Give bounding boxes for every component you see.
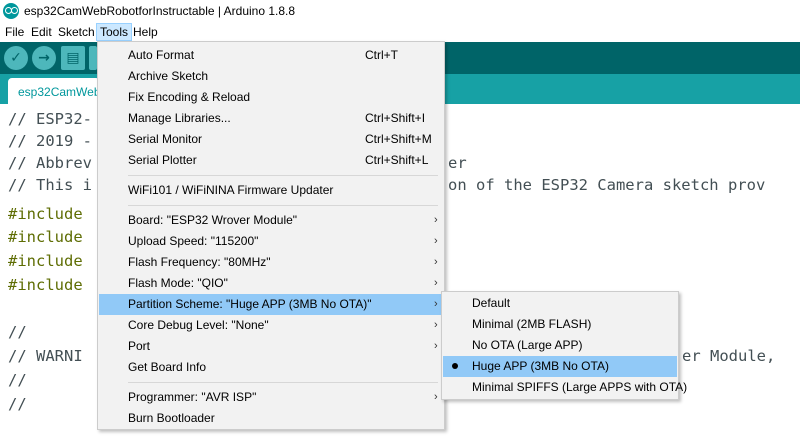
menu-item-port[interactable]: Port › [99, 336, 443, 357]
code-line: // [8, 323, 27, 341]
verify-icon: ✓ [10, 50, 22, 66]
chevron-right-icon: › [434, 340, 438, 352]
tab-sketch[interactable]: esp32CamWebRobotforInstructable [8, 78, 100, 104]
chevron-right-icon: › [434, 256, 438, 268]
menu-item-board[interactable]: Board: "ESP32 Wrover Module" › [99, 210, 443, 231]
arduino-logo-icon [3, 3, 19, 19]
partition-option-minimal-spiffs[interactable]: Minimal SPIFFS (Large APPS with OTA) [443, 377, 687, 398]
partition-option-minimal[interactable]: Minimal (2MB FLASH) [443, 314, 677, 335]
window-title: esp32CamWebRobotforInstructable | Arduin… [24, 4, 296, 18]
menu-help[interactable]: Help [130, 23, 161, 41]
menu-bar: File Edit Sketch Tools Help [0, 22, 800, 42]
menu-item-flash-frequency[interactable]: Flash Frequency: "80MHz" › [99, 252, 443, 273]
menu-tools[interactable]: Tools [96, 23, 133, 41]
code-fragment: er [448, 154, 467, 172]
menu-separator [128, 382, 438, 383]
menu-sketch[interactable]: Sketch [55, 23, 98, 41]
code-fragment: on of the ESP32 Camera sketch prov [448, 176, 766, 194]
menu-item-upload-speed[interactable]: Upload Speed: "115200" › [99, 231, 443, 252]
code-line: // WARNI [8, 347, 83, 365]
menu-separator [128, 175, 438, 176]
chevron-right-icon: › [434, 214, 438, 226]
menu-item-archive-sketch[interactable]: Archive Sketch [99, 66, 443, 87]
partition-scheme-submenu: Default Minimal (2MB FLASH) No OTA (Larg… [441, 291, 687, 400]
partition-option-huge-app[interactable]: Huge APP (3MB No OTA) [443, 356, 677, 377]
menu-item-get-board-info[interactable]: Get Board Info [99, 357, 443, 378]
code-line: #include [8, 228, 83, 246]
menu-item-burn-bootloader[interactable]: Burn Bootloader [99, 408, 443, 429]
code-line: // [8, 371, 27, 389]
verify-button[interactable]: ✓ [4, 46, 28, 70]
menu-item-firmware-updater[interactable]: WiFi101 / WiFiNINA Firmware Updater [99, 180, 443, 201]
upload-icon: → [38, 50, 50, 66]
code-line: // Abbrev [8, 154, 92, 172]
new-button[interactable]: ▤ [61, 46, 85, 70]
code-line: // 2019 - [8, 132, 92, 150]
code-line: #include [8, 252, 83, 270]
code-line: // [8, 395, 27, 413]
chevron-right-icon: › [434, 235, 438, 247]
partition-option-default[interactable]: Default [443, 293, 677, 314]
code-line: // This i [8, 176, 92, 194]
selected-bullet-icon [452, 363, 458, 369]
menu-edit[interactable]: Edit [28, 23, 55, 41]
menu-item-core-debug-level[interactable]: Core Debug Level: "None" › [99, 315, 443, 336]
menu-separator [128, 205, 438, 206]
menu-item-flash-mode[interactable]: Flash Mode: "QIO" › [99, 273, 443, 294]
code-line: #include [8, 276, 83, 294]
code-fragment: er Module, [682, 347, 776, 365]
chevron-right-icon: › [434, 277, 438, 289]
chevron-right-icon: › [434, 391, 438, 403]
chevron-right-icon: › [434, 298, 438, 310]
menu-item-fix-encoding[interactable]: Fix Encoding & Reload [99, 87, 443, 108]
open-button[interactable] [89, 46, 97, 70]
code-line: // ESP32- [8, 110, 92, 128]
menu-item-serial-monitor[interactable]: Serial Monitor Ctrl+Shift+M [99, 129, 443, 150]
new-icon: ▤ [66, 50, 80, 66]
menu-item-programmer[interactable]: Programmer: "AVR ISP" › [99, 387, 443, 408]
menu-item-manage-libraries[interactable]: Manage Libraries... Ctrl+Shift+I [99, 108, 443, 129]
chevron-right-icon: › [434, 319, 438, 331]
menu-item-auto-format[interactable]: Auto Format Ctrl+T [99, 45, 443, 66]
upload-button[interactable]: → [32, 46, 56, 70]
menu-item-serial-plotter[interactable]: Serial Plotter Ctrl+Shift+L [99, 150, 443, 171]
menu-file[interactable]: File [2, 23, 27, 41]
title-bar: esp32CamWebRobotforInstructable | Arduin… [0, 0, 800, 22]
menu-item-partition-scheme[interactable]: Partition Scheme: "Huge APP (3MB No OTA)… [99, 294, 443, 315]
partition-option-no-ota[interactable]: No OTA (Large APP) [443, 335, 677, 356]
code-line: #include [8, 205, 83, 223]
tools-menu: Auto Format Ctrl+T Archive Sketch Fix Enc… [97, 41, 445, 430]
